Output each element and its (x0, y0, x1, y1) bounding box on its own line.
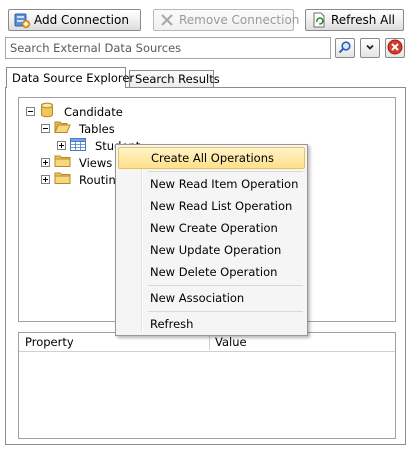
menu-item-new-association[interactable]: New Association (118, 287, 305, 309)
menu-separator (148, 285, 303, 286)
search-options-button[interactable] (360, 38, 380, 58)
remove-connection-button[interactable]: Remove Connection (153, 9, 299, 31)
menu-item-new-create[interactable]: New Create Operation (118, 217, 305, 239)
expand-icon[interactable] (57, 141, 66, 150)
tree-node-label: Tables (79, 121, 115, 136)
search-icon (338, 40, 352, 57)
property-column-header[interactable]: Property (25, 335, 74, 349)
table-icon (70, 137, 86, 154)
menu-item-label: New Read Item Operation (150, 177, 299, 191)
menu-item-label: Create All Operations (151, 151, 275, 165)
value-column-header[interactable]: Value (215, 335, 247, 349)
expand-icon[interactable] (41, 175, 50, 184)
search-field[interactable] (5, 37, 331, 59)
refresh-document-icon (311, 12, 327, 28)
folder-icon (54, 154, 71, 171)
menu-item-label: New Read List Operation (150, 199, 293, 213)
add-connection-icon (14, 12, 30, 28)
menu-item-new-update[interactable]: New Update Operation (118, 239, 305, 261)
menu-item-label: New Association (150, 291, 245, 305)
tree-node-label: Candidate (64, 104, 123, 119)
menu-item-new-read-list[interactable]: New Read List Operation (118, 195, 305, 217)
search-button[interactable] (335, 38, 355, 58)
tab-data-source-explorer[interactable]: Data Source Explorer (6, 67, 134, 88)
folder-icon (54, 171, 71, 188)
menu-item-label: Refresh (150, 317, 194, 331)
collapse-icon[interactable] (26, 107, 35, 116)
menu-item-refresh[interactable]: Refresh (118, 313, 305, 335)
add-connection-button[interactable]: Add Connection (8, 9, 141, 31)
remove-x-icon (159, 12, 175, 28)
clear-search-button[interactable] (385, 38, 405, 58)
menu-item-create-all-operations[interactable]: Create All Operations (118, 147, 305, 169)
tab-search-results[interactable]: Search Results (129, 70, 220, 87)
menu-separator (148, 311, 303, 312)
menu-item-label: New Update Operation (150, 243, 282, 257)
tree-node-tables[interactable]: Tables (41, 120, 115, 137)
context-menu: Create All Operations New Read Item Oper… (115, 144, 308, 336)
collapse-icon[interactable] (41, 124, 50, 133)
menu-item-new-delete[interactable]: New Delete Operation (118, 261, 305, 283)
tree-node-views[interactable]: Views (41, 154, 112, 171)
tab-label: Search Results (135, 72, 220, 86)
add-connection-label: Add Connection (34, 13, 129, 27)
tree-node-candidate[interactable]: Candidate (26, 102, 123, 121)
menu-item-label: New Create Operation (150, 221, 278, 235)
remove-connection-label: Remove Connection (179, 13, 300, 27)
menu-item-new-read-item[interactable]: New Read Item Operation (118, 173, 305, 195)
tab-label: Data Source Explorer (12, 71, 135, 85)
property-grid: Property Value (18, 332, 396, 439)
open-folder-icon (54, 120, 71, 137)
menu-separator (148, 171, 303, 172)
tree-node-label: Routin (79, 172, 116, 187)
tree-node-label: Views (79, 155, 113, 170)
menu-item-label: New Delete Operation (150, 265, 278, 279)
search-input[interactable] (6, 38, 330, 58)
tree-node-routines[interactable]: Routin (41, 171, 116, 188)
expand-icon[interactable] (41, 158, 50, 167)
refresh-all-label: Refresh All (331, 13, 396, 27)
refresh-all-button[interactable]: Refresh All (305, 9, 404, 31)
close-icon (387, 39, 403, 58)
chevron-down-icon (365, 41, 375, 55)
database-icon (40, 102, 54, 121)
